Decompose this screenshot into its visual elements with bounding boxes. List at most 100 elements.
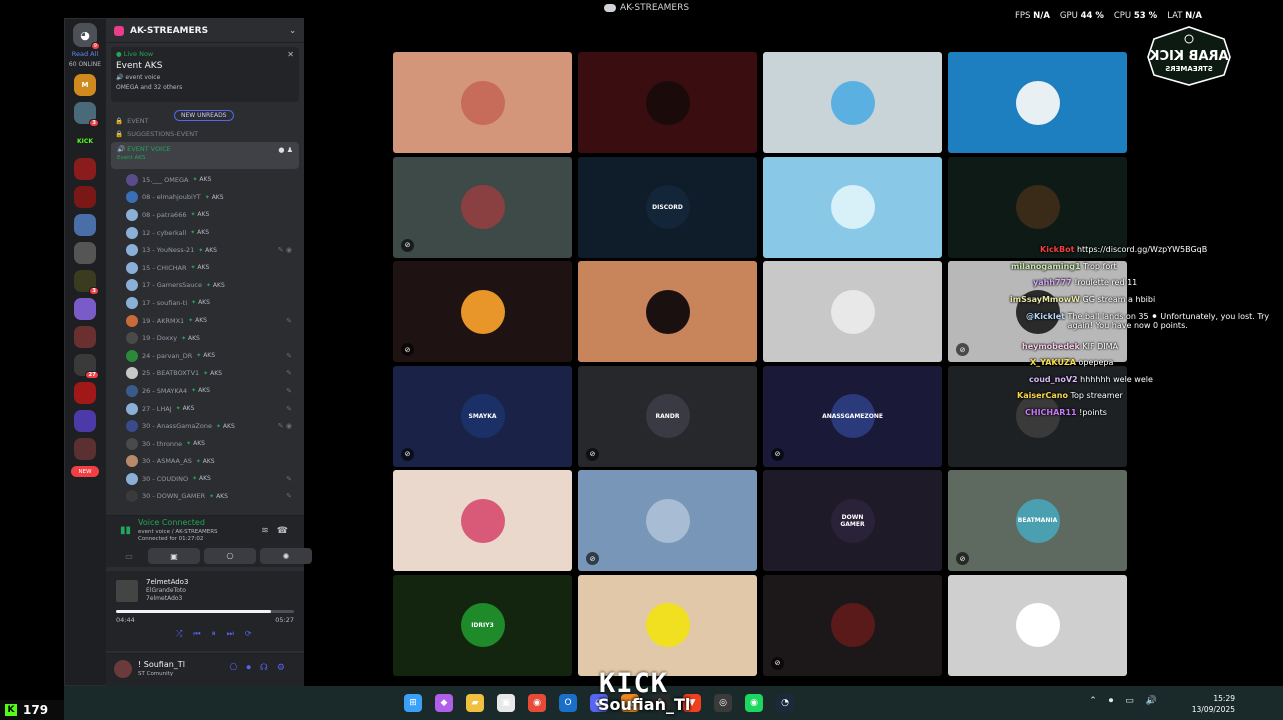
server-icon[interactable]: KICK [74, 130, 96, 152]
pause-icon[interactable]: ⏸ [212, 629, 216, 639]
signal-icon[interactable]: ▮▮ [120, 525, 131, 536]
chat-bubble-icon[interactable]: ● ♟ [278, 146, 293, 154]
voice-member[interactable]: 17 - GamersSauce AKS [106, 277, 304, 295]
video-tile[interactable]: DOWN GAMER [763, 470, 942, 571]
discord-home-icon[interactable]: ◕ 9 [73, 23, 100, 50]
server-icon[interactable] [74, 326, 96, 348]
voice-member[interactable]: 25 - BEATBOXTV1AKS ✎ [106, 365, 304, 383]
live-event-card[interactable]: ● Live Now Event AKS 🔊 event voice OMEGA… [111, 47, 299, 102]
video-tile[interactable]: BEATMANIA ⊘ [948, 470, 1127, 571]
server-icon[interactable] [74, 186, 96, 208]
outlook-icon[interactable]: O [559, 694, 577, 712]
video-tile[interactable] [948, 52, 1127, 153]
channel-suggestions-event[interactable]: 🔒 SUGGESTIONS-EVENT [106, 127, 304, 140]
voice-member[interactable]: 30 - ASMAA_AS AKS [106, 453, 304, 471]
avatar[interactable] [114, 660, 132, 678]
server-icon[interactable] [74, 242, 96, 264]
obs-icon[interactable]: ◎ [714, 694, 732, 712]
voice-member[interactable]: 27 - LHAJ AKS ✎ [106, 400, 304, 418]
activity-button[interactable]: ⎔ [204, 548, 256, 564]
server-header[interactable]: AK-STREAMERS ⌄ [106, 19, 304, 43]
video-tile[interactable] [578, 52, 757, 153]
voice-member[interactable]: 30 - thronneAKS [106, 435, 304, 453]
disconnect-icon[interactable]: ≋☎ [261, 526, 296, 536]
chrome-icon[interactable]: ◉ [528, 694, 546, 712]
video-tile[interactable]: ⊘ [393, 261, 572, 362]
next-icon[interactable]: ⏭ [227, 629, 234, 639]
headphones-icon[interactable]: ☊ [260, 663, 277, 673]
shuffle-icon[interactable]: ⤮ [176, 629, 182, 639]
video-tile[interactable] [763, 261, 942, 362]
voice-member[interactable]: 30 - COUDINOAKS ✎ [106, 470, 304, 488]
server-icon[interactable]: 27 [74, 354, 99, 379]
voice-member[interactable]: 12 - cyberkallAKS [106, 224, 304, 242]
server-icon[interactable] [74, 438, 96, 460]
store-icon[interactable]: ▣ [497, 694, 515, 712]
voice-member[interactable]: 26 - SMAYKA4AKS ✎ [106, 382, 304, 400]
video-tile[interactable] [578, 261, 757, 362]
gear-icon[interactable]: ⚙ [277, 663, 294, 673]
camera-button[interactable]: ▭ [114, 548, 144, 564]
volume-icon[interactable]: 🔊 [1146, 696, 1157, 706]
windows-start-icon[interactable]: ⊞ [404, 694, 422, 712]
new-unreads-pill[interactable]: NEW UNREADS [174, 110, 234, 121]
voice-member[interactable]: 19 - AKRMX1AKS ✎ [106, 312, 304, 330]
video-tile[interactable]: DISCORD [578, 156, 757, 258]
chat-message: coud_noV2 hhhhhh wele wele [1029, 375, 1153, 384]
chevron-down-icon[interactable]: ⌄ [289, 26, 296, 35]
video-tile[interactable] [393, 470, 572, 571]
voice-member[interactable]: 15 - CHICHARAKS [106, 259, 304, 277]
close-icon[interactable]: ✕ [287, 50, 294, 59]
video-tile[interactable]: ⊘ [578, 470, 757, 571]
voice-member[interactable]: 30 - DOWN_GAMERAKS ✎ [106, 488, 304, 506]
track-progress-bar[interactable] [116, 610, 294, 613]
video-tile[interactable] [578, 574, 757, 676]
voice-member[interactable]: 19 - DoxxyAKS [106, 329, 304, 347]
voice-member[interactable]: 17 - soufian-tiAKS [106, 294, 304, 312]
folder-icon[interactable]: ▰ [466, 694, 484, 712]
video-tile[interactable] [763, 156, 942, 258]
read-all-link[interactable]: Read All [65, 50, 105, 58]
server-icon[interactable]: 3 [74, 270, 99, 295]
server-icon[interactable]: 3 [74, 102, 99, 127]
voice-member[interactable]: 24 - parvan_DRAKS ✎ [106, 347, 304, 365]
mic-icon[interactable]: ⏺ [246, 663, 260, 673]
soundboard-button[interactable]: ✺ [260, 548, 312, 564]
voice-member[interactable]: 13 - YouNess-21AKS ✎ ◉ [106, 241, 304, 259]
video-tile[interactable]: ANASSGAMEZONE ⊘ [763, 365, 942, 467]
server-icon[interactable]: M [74, 74, 96, 96]
video-tile[interactable]: RANDR ⊘ [578, 365, 757, 467]
video-tile[interactable]: ⊘ [393, 156, 572, 258]
voice-channel-event[interactable]: 🔊 EVENT VOICE Event AKS ● ♟ [111, 142, 299, 169]
clock-date: 13/09/2025 [1191, 705, 1235, 714]
new-badge[interactable]: NEW [71, 466, 99, 477]
steam-icon[interactable]: ◔ [776, 694, 794, 712]
mic-tray-icon[interactable]: ⏺ [1109, 696, 1114, 706]
copilot-icon[interactable]: ◆ [435, 694, 453, 712]
voice-member[interactable]: 15.___ OMEGAAKS [106, 171, 304, 189]
video-tile[interactable]: SMAYKA ⊘ [393, 365, 572, 467]
server-icon[interactable] [74, 214, 96, 236]
video-tile[interactable] [948, 156, 1127, 258]
video-tile[interactable]: IDRIY3 [393, 574, 572, 676]
server-icon[interactable] [74, 298, 96, 320]
voice-member[interactable]: 08 - patra666AKS [106, 206, 304, 224]
repeat-icon[interactable]: ⟳ [245, 629, 252, 639]
server-icon[interactable] [74, 410, 96, 432]
spotify-icon[interactable]: ◉ [745, 694, 763, 712]
clock[interactable]: 15:29 13/09/2025 [1192, 693, 1235, 715]
server-icon[interactable] [74, 158, 96, 180]
server-icon[interactable] [74, 382, 96, 404]
muted-icon: ⊘ [956, 343, 969, 356]
gamepad-icon[interactable]: ⎔ [230, 663, 247, 673]
video-tile[interactable] [763, 52, 942, 153]
screen-share-button[interactable]: ▣ [148, 548, 200, 564]
chevron-up-icon[interactable]: ⌃ [1089, 696, 1097, 706]
network-icon[interactable]: ▭ [1125, 696, 1134, 706]
video-tile[interactable] [393, 52, 572, 153]
video-tile[interactable]: ⊘ [763, 574, 942, 676]
previous-icon[interactable]: ⏮ [193, 629, 200, 639]
voice-member[interactable]: 30 - AnassGamaZone AKS ✎ ◉ [106, 417, 304, 435]
voice-member[interactable]: 08 - elmahjoubiYT AKS [106, 189, 304, 207]
video-tile[interactable] [948, 574, 1127, 676]
